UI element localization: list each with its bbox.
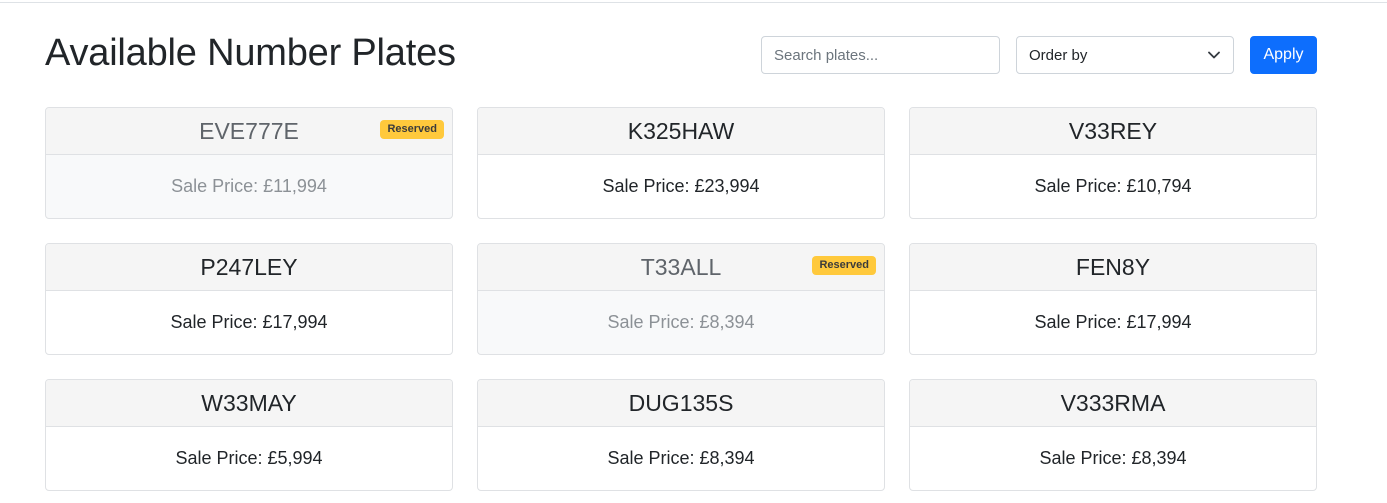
plate-price: Sale Price: £8,394 <box>607 312 755 332</box>
plate-card-header: EVE777E Reserved <box>46 108 452 155</box>
plate-card-header: V333RMA <box>910 380 1316 427</box>
top-divider <box>0 2 1387 3</box>
plate-price: Sale Price: £17,994 <box>1034 312 1192 332</box>
plates-grid: EVE777E Reserved Sale Price: £11,994 K32… <box>45 107 1317 491</box>
plate-card[interactable]: V33REY Sale Price: £10,794 <box>909 107 1317 219</box>
plate-number: T33ALL <box>640 253 722 280</box>
order-by-label: Order by <box>1029 46 1088 64</box>
search-input[interactable] <box>761 36 1000 74</box>
plate-card[interactable]: FEN8Y Sale Price: £17,994 <box>909 243 1317 355</box>
reserved-badge: Reserved <box>812 256 876 275</box>
plate-number: FEN8Y <box>1075 253 1151 280</box>
plate-card[interactable]: T33ALL Reserved Sale Price: £8,394 <box>477 243 885 355</box>
plate-number: W33MAY <box>201 389 297 416</box>
plate-card[interactable]: V333RMA Sale Price: £8,394 <box>909 379 1317 491</box>
plate-card-header: W33MAY <box>46 380 452 427</box>
plate-number: V333RMA <box>1060 389 1166 416</box>
plate-number: K325HAW <box>627 117 735 144</box>
plate-number: DUG135S <box>628 389 734 416</box>
plate-card[interactable]: P247LEY Sale Price: £17,994 <box>45 243 453 355</box>
plate-card-header: FEN8Y <box>910 244 1316 291</box>
plate-card[interactable]: DUG135S Sale Price: £8,394 <box>477 379 885 491</box>
plate-price: Sale Price: £23,994 <box>602 176 760 196</box>
order-by-select[interactable]: Order by <box>1016 36 1234 74</box>
plate-card[interactable]: EVE777E Reserved Sale Price: £11,994 <box>45 107 453 219</box>
plate-number: EVE777E <box>199 117 299 144</box>
apply-button[interactable]: Apply <box>1250 36 1317 74</box>
plate-card-header: V33REY <box>910 108 1316 155</box>
page-title: Available Number Plates <box>45 32 456 74</box>
plate-number: P247LEY <box>200 253 298 280</box>
plate-card-header: K325HAW <box>478 108 884 155</box>
plate-price: Sale Price: £8,394 <box>1039 448 1187 468</box>
plate-card[interactable]: W33MAY Sale Price: £5,994 <box>45 379 453 491</box>
plate-card-header: DUG135S <box>478 380 884 427</box>
plate-price: Sale Price: £8,394 <box>607 448 755 468</box>
chevron-down-icon <box>1207 48 1221 62</box>
plate-price: Sale Price: £5,994 <box>175 448 323 468</box>
plate-card-header: P247LEY <box>46 244 452 291</box>
plate-price: Sale Price: £10,794 <box>1034 176 1192 196</box>
plate-price: Sale Price: £11,994 <box>171 176 327 196</box>
plate-card[interactable]: K325HAW Sale Price: £23,994 <box>477 107 885 219</box>
plate-card-header: T33ALL Reserved <box>478 244 884 291</box>
reserved-badge: Reserved <box>380 120 444 139</box>
plate-number: V33REY <box>1068 117 1158 144</box>
plate-price: Sale Price: £17,994 <box>170 312 328 332</box>
